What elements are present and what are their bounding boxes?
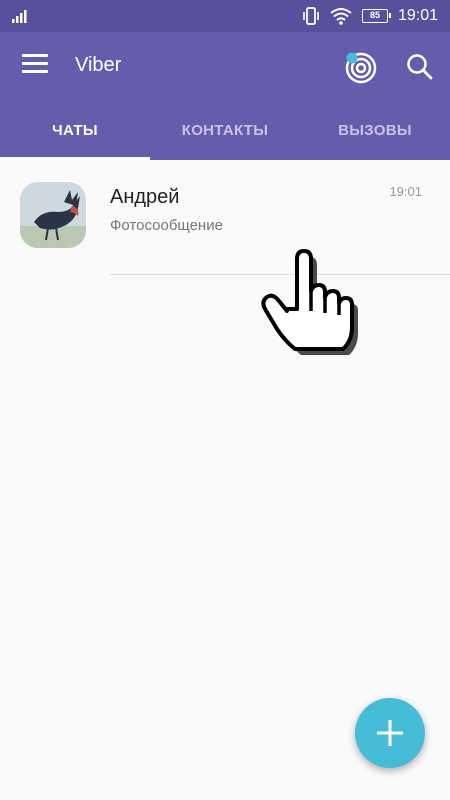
status-time: 19:01	[397, 7, 438, 24]
status-bar: 85 19:01	[0, 0, 450, 32]
menu-icon[interactable]	[22, 54, 48, 76]
app-title: Viber	[75, 54, 122, 76]
vibrate-icon	[303, 7, 319, 25]
wifi-icon	[330, 8, 352, 25]
chat-last-message: Фотосообщение	[110, 217, 223, 234]
tab-chats[interactable]: ЧАТЫ	[0, 100, 150, 160]
signal-icon	[12, 10, 27, 23]
pointing-hand-icon	[261, 249, 358, 355]
status-icons: 85 19:01	[302, 0, 438, 32]
chat-name: Андрей	[110, 186, 180, 208]
chat-list-item[interactable]: Андрей Фотосообщение 19:01	[0, 162, 450, 274]
tab-contacts[interactable]: КОНТАКТЫ	[150, 100, 300, 160]
battery-icon: 85	[361, 9, 391, 23]
avatar-image	[20, 182, 86, 248]
app-bar: Viber	[0, 32, 450, 100]
explore-icon[interactable]	[342, 49, 378, 85]
chat-time: 19:01	[389, 184, 422, 199]
tab-calls[interactable]: ВЫЗОВЫ	[300, 100, 450, 160]
plus-icon	[377, 720, 403, 746]
search-icon[interactable]	[405, 52, 433, 80]
tab-bar: ЧАТЫ КОНТАКТЫ ВЫЗОВЫ	[0, 100, 450, 160]
new-chat-button[interactable]	[355, 698, 425, 768]
avatar	[20, 182, 86, 248]
